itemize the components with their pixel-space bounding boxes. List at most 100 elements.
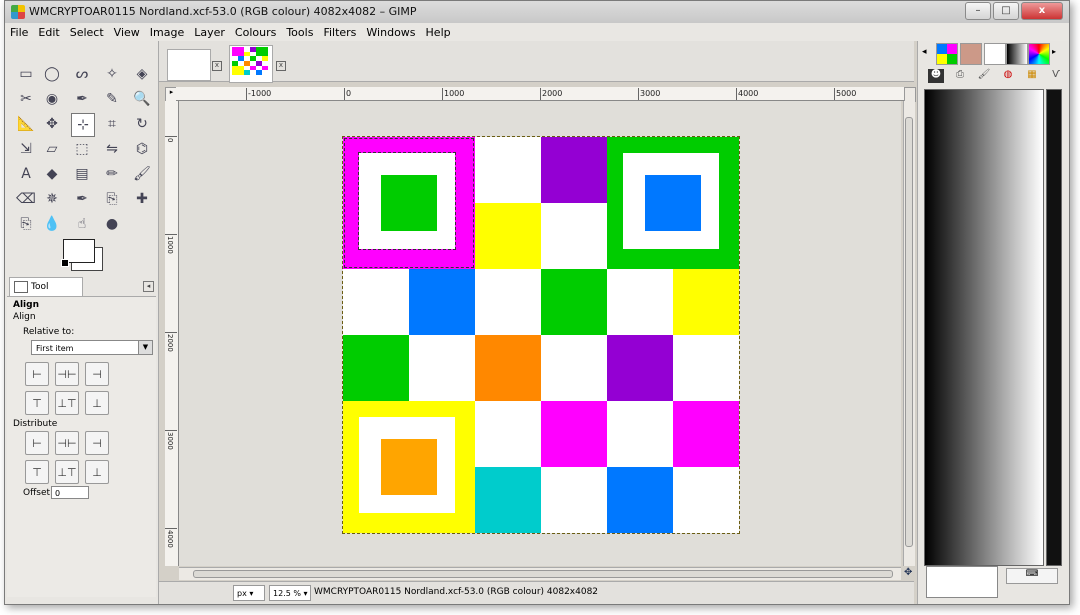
align-top-button[interactable]: ⊤ (25, 391, 49, 415)
cage-icon[interactable]: ⌬ (131, 138, 153, 160)
crop-icon[interactable]: ⌗ (101, 113, 123, 135)
gradients-scrollbar[interactable] (1046, 89, 1062, 566)
heal-icon[interactable]: ✚ (131, 188, 153, 210)
menu-file[interactable]: File (5, 26, 33, 39)
align-bottom-button[interactable]: ⊥ (85, 391, 109, 415)
move-icon[interactable]: ✥ (41, 113, 63, 135)
align-middle-button[interactable]: ⊥⊤ (55, 391, 79, 415)
tab-brushes[interactable] (984, 43, 1006, 65)
bucket-fill-icon[interactable]: ◆ (41, 163, 63, 185)
canvas-area[interactable] (179, 101, 901, 566)
horizontal-ruler[interactable]: -1000 0 1000 2000 3000 4000 5000 (176, 87, 904, 101)
image-canvas[interactable] (342, 136, 740, 534)
fg-bg-colors[interactable] (61, 239, 103, 271)
dock-menu-icon[interactable]: ◂ (922, 47, 927, 57)
fuzzy-select-icon[interactable]: ✧ (101, 63, 123, 85)
distribute-top-button[interactable]: ⊤ (25, 460, 49, 484)
unit-select[interactable]: px ▾ (233, 585, 265, 601)
tab-gradients[interactable] (1006, 43, 1028, 65)
eraser-icon[interactable]: ⌫ (15, 188, 37, 210)
default-colors-icon[interactable] (61, 259, 69, 267)
image-tab-blank[interactable] (167, 49, 211, 81)
ink-icon[interactable]: ✒ (71, 188, 93, 210)
menu-tools[interactable]: Tools (281, 26, 318, 39)
close-button[interactable]: x (1021, 2, 1063, 20)
menu-help[interactable]: Help (421, 26, 456, 39)
color-picker-icon[interactable]: ✎ (101, 88, 123, 110)
blur-icon[interactable]: 💧 (41, 213, 63, 235)
distribute-right-button[interactable]: ⊣ (85, 431, 109, 455)
scissors-icon[interactable]: ✂ (15, 88, 37, 110)
close-tab-icon[interactable]: x (212, 61, 222, 71)
menu-filters[interactable]: Filters (318, 26, 361, 39)
fonts-icon[interactable]: Ѵ (1048, 69, 1064, 83)
airbrush-icon[interactable]: ✵ (41, 188, 63, 210)
align-icon[interactable]: ⊹ (71, 113, 95, 137)
image-tab-nordland[interactable] (229, 45, 273, 83)
menu-colours[interactable]: Colours (230, 26, 281, 39)
perspective-icon[interactable]: ⬚ (71, 138, 93, 160)
lasso-icon[interactable]: ᔕ (71, 63, 93, 85)
relative-to-select[interactable]: First item ▼ (31, 340, 153, 355)
rect-select-icon[interactable]: ▭ (15, 63, 37, 85)
maximize-button[interactable]: □ (993, 2, 1019, 20)
scale-icon[interactable]: ⇲ (15, 138, 37, 160)
color-select-icon[interactable]: ◈ (131, 63, 153, 85)
paintbrush-icon[interactable]: 🖌 (976, 69, 992, 83)
palette-icon[interactable]: ◍ (1000, 69, 1016, 83)
foreground-select-icon[interactable]: ◉ (41, 88, 63, 110)
gradients-list[interactable] (924, 89, 1044, 566)
rotate-icon[interactable]: ↻ (131, 113, 153, 135)
title-bar[interactable]: WMCRYPTOAR0115 Nordland.xcf-53.0 (RGB co… (5, 1, 1069, 23)
edit-brush-icon[interactable]: ⌨ (1006, 568, 1058, 584)
chevron-down-icon[interactable]: ▼ (138, 341, 152, 354)
menu-edit[interactable]: Edit (33, 26, 64, 39)
distribute-left-button[interactable]: ⊢ (25, 431, 49, 455)
menu-windows[interactable]: Windows (361, 26, 420, 39)
clone-icon[interactable]: ⎘ (101, 188, 123, 210)
paintbrush-icon[interactable]: 🖌 (131, 163, 153, 185)
align-left-button[interactable]: ⊢ (25, 362, 49, 386)
pencil-icon[interactable]: ✏ (101, 163, 123, 185)
tab-palettes[interactable] (1028, 43, 1050, 65)
distribute-middle-button[interactable]: ⊥⊤ (55, 460, 79, 484)
smudge-icon[interactable]: ☝ (71, 213, 93, 235)
measure-icon[interactable]: 📐 (15, 113, 37, 135)
gradient-icon[interactable]: ▦ (1024, 69, 1040, 83)
shear-icon[interactable]: ▱ (41, 138, 63, 160)
flip-icon[interactable]: ⇋ (101, 138, 123, 160)
brush-preview[interactable] (926, 566, 998, 598)
print-icon[interactable]: ⎙ (952, 69, 968, 83)
distribute-center-button[interactable]: ⊣⊢ (55, 431, 79, 455)
align-right-button[interactable]: ⊣ (85, 362, 109, 386)
minimize-button[interactable]: – (965, 2, 991, 20)
zoom-resize-icon[interactable] (904, 87, 916, 102)
vertical-ruler[interactable]: 0 1000 2000 3000 4000 (165, 101, 179, 566)
horizontal-scroll-thumb[interactable] (193, 570, 893, 578)
paths-icon[interactable]: ✒ (71, 88, 93, 110)
navigate-icon[interactable]: ✥ (904, 567, 914, 579)
gimp-wilber-icon[interactable]: ☻ (928, 69, 944, 83)
vertical-scrollbar[interactable] (903, 101, 915, 566)
tab-patterns[interactable] (936, 43, 958, 65)
blend-icon[interactable]: ▤ (71, 163, 93, 185)
zoom-icon[interactable]: 🔍 (131, 88, 153, 110)
vertical-scroll-thumb[interactable] (905, 117, 913, 547)
menu-image[interactable]: Image (145, 26, 189, 39)
text-icon[interactable]: A (15, 163, 37, 185)
dock-scroll-right-icon[interactable]: ▸ (1052, 47, 1056, 56)
menu-select[interactable]: Select (65, 26, 109, 39)
panel-menu-icon[interactable]: ◂ (143, 281, 154, 292)
tab-tool-options[interactable]: Tool Options (9, 277, 83, 310)
horizontal-scrollbar[interactable] (179, 567, 901, 580)
perspective-clone-icon[interactable]: ⎘ (15, 213, 37, 235)
ellipse-select-icon[interactable]: ◯ (41, 63, 63, 85)
close-tab-icon[interactable]: x (276, 61, 286, 71)
align-center-button[interactable]: ⊣⊢ (55, 362, 79, 386)
dodge-burn-icon[interactable]: ● (101, 213, 123, 235)
menu-view[interactable]: View (109, 26, 145, 39)
menu-layer[interactable]: Layer (189, 26, 230, 39)
tab-images[interactable] (960, 43, 982, 65)
offset-spinner[interactable]: 0 (51, 486, 89, 499)
zoom-select[interactable]: 12.5 % ▾ (269, 585, 311, 601)
